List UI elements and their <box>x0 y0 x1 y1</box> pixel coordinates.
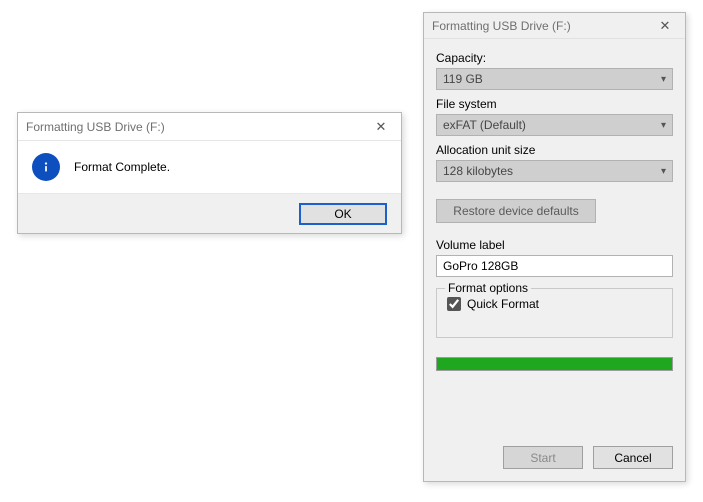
quick-format-checkbox[interactable]: Quick Format <box>447 297 662 311</box>
quick-format-input[interactable] <box>447 297 461 311</box>
format-complete-dialog: Formatting USB Drive (F:) ✕ Format Compl… <box>17 112 402 234</box>
chevron-down-icon: ▾ <box>661 166 666 177</box>
format-dialog: Formatting USB Drive (F:) ✕ Capacity: 11… <box>423 12 686 482</box>
quick-format-label: Quick Format <box>467 297 539 311</box>
file-system-label: File system <box>436 97 673 111</box>
format-options-group: Format options Quick Format <box>436 288 673 338</box>
allocation-value: 128 kilobytes <box>443 164 513 178</box>
file-system-combo[interactable]: exFAT (Default) ▾ <box>436 114 673 136</box>
format-options-legend: Format options <box>445 281 531 295</box>
volume-label-label: Volume label <box>436 238 673 252</box>
capacity-label: Capacity: <box>436 51 673 65</box>
chevron-down-icon: ▾ <box>661 74 666 85</box>
fmt-dialog-footer: Start Cancel <box>424 446 685 481</box>
volume-label-input[interactable] <box>436 255 673 277</box>
close-icon[interactable]: ✕ <box>653 18 677 34</box>
chevron-down-icon: ▾ <box>661 120 666 131</box>
ok-button[interactable]: OK <box>299 203 387 225</box>
msg-dialog-titlebar: Formatting USB Drive (F:) ✕ <box>18 113 401 141</box>
msg-dialog-body: Format Complete. <box>18 141 401 193</box>
capacity-combo[interactable]: 119 GB ▾ <box>436 68 673 90</box>
msg-dialog-footer: OK <box>18 193 401 233</box>
restore-defaults-button[interactable]: Restore device defaults <box>436 199 596 223</box>
msg-dialog-title: Formatting USB Drive (F:) <box>26 120 369 134</box>
allocation-combo[interactable]: 128 kilobytes ▾ <box>436 160 673 182</box>
format-progress-bar <box>436 357 673 371</box>
start-button[interactable]: Start <box>503 446 583 469</box>
cancel-button[interactable]: Cancel <box>593 446 673 469</box>
msg-dialog-message: Format Complete. <box>74 160 170 174</box>
allocation-label: Allocation unit size <box>436 143 673 157</box>
fmt-dialog-titlebar: Formatting USB Drive (F:) ✕ <box>424 13 685 39</box>
file-system-value: exFAT (Default) <box>443 118 526 132</box>
capacity-value: 119 GB <box>443 72 483 86</box>
info-icon <box>32 153 60 181</box>
fmt-dialog-body: Capacity: 119 GB ▾ File system exFAT (De… <box>424 39 685 446</box>
close-icon[interactable]: ✕ <box>369 119 393 135</box>
fmt-dialog-title: Formatting USB Drive (F:) <box>432 19 653 33</box>
